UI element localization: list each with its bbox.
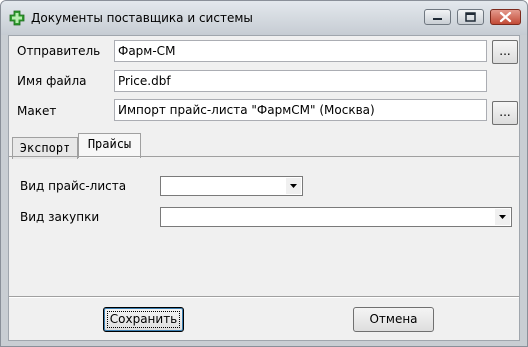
- footer-separator-highlight: [9, 297, 519, 298]
- dialog-window: Документы поставщика и системы Отправите…: [0, 0, 528, 347]
- minimize-button[interactable]: [424, 9, 451, 25]
- save-button[interactable]: Сохранить: [103, 307, 184, 332]
- maximize-button[interactable]: [457, 9, 484, 25]
- price-type-select[interactable]: [160, 176, 303, 196]
- template-label: Макет: [17, 104, 57, 118]
- chevron-down-icon: [286, 178, 301, 194]
- title-bar[interactable]: Документы поставщика и системы: [1, 1, 527, 35]
- filename-field[interactable]: Price.dbf: [114, 70, 487, 92]
- tab-panel-border: [9, 156, 519, 157]
- window-title: Документы поставщика и системы: [31, 11, 253, 25]
- minimize-icon: [433, 18, 442, 20]
- sender-field[interactable]: Фарм-СМ: [114, 40, 487, 62]
- purchase-type-label: Вид закупки: [20, 210, 100, 224]
- dialog-client-area: Отправитель Фарм-СМ ... Имя файла Price.…: [8, 35, 520, 341]
- chevron-down-icon: [495, 209, 510, 225]
- purchase-type-select[interactable]: [160, 207, 512, 227]
- price-type-label: Вид прайс-листа: [20, 179, 127, 193]
- template-field[interactable]: Импорт прайс-листа "ФармСМ" (Москва): [114, 99, 487, 121]
- sender-browse-button[interactable]: ...: [492, 40, 518, 64]
- sender-label: Отправитель: [17, 44, 101, 58]
- close-icon: [499, 11, 512, 23]
- cancel-button[interactable]: Отмена: [353, 307, 434, 332]
- green-cross-icon: [9, 10, 25, 26]
- close-button[interactable]: [490, 9, 521, 25]
- focus-rect: [107, 311, 180, 328]
- filename-label: Имя файла: [17, 74, 87, 88]
- template-browse-button[interactable]: ...: [492, 101, 518, 125]
- tab-prices[interactable]: Прайсы: [78, 133, 141, 158]
- maximize-icon: [465, 12, 476, 22]
